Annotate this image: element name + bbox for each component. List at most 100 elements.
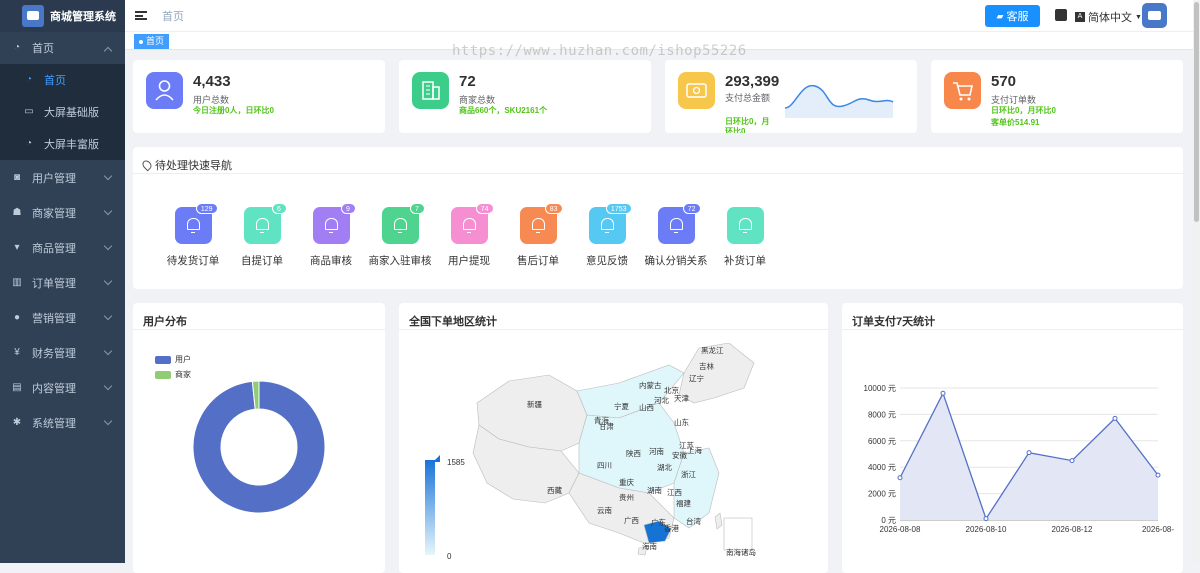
scale-handle-top-icon[interactable] — [433, 455, 440, 462]
quick-nav-item[interactable]: 74 用户提现 — [429, 203, 509, 268]
province-label: 浙江 — [681, 469, 696, 479]
y-tick-label: 0 元 — [881, 516, 896, 525]
province-label: 河南 — [649, 446, 664, 456]
menu-toggle-icon[interactable] — [135, 11, 147, 20]
stat-card-users[interactable]: 4,433 用户总数 今日注册0人，日环比0 — [133, 60, 385, 133]
orders-line-chart: 0 元 2000 元 4000 元 6000 元 8000 元 10000 元 2026-0… — [864, 384, 1175, 534]
chevron-down-icon — [103, 276, 113, 286]
breadcrumb[interactable]: 首页 — [162, 8, 184, 24]
data-point[interactable] — [1155, 472, 1161, 478]
top-navbar: 首页 ▰ 客服 A 简体中文 ▼ — [125, 0, 1200, 32]
home-submenu: ◔ 首页 ▭ 大屏基础版 ◔ 大屏丰富版 — [0, 64, 125, 160]
province-label: 黑龙江 — [701, 345, 724, 355]
bell-icon — [393, 218, 407, 233]
bell-icon-box: 72 — [657, 203, 701, 244]
sidebar-item-label: 首页 — [32, 43, 54, 55]
sidebar-item-content[interactable]: ▤ 内容管理 — [0, 370, 125, 405]
money-icon — [678, 72, 715, 109]
sidebar-item-finance[interactable]: ¥ 财务管理 — [0, 335, 125, 370]
sidebar-subitem-home[interactable]: ◔ 首页 — [0, 64, 125, 96]
avatar[interactable] — [1142, 3, 1167, 28]
data-point[interactable] — [897, 475, 903, 481]
province-label: 重庆 — [619, 477, 634, 487]
data-point[interactable] — [1069, 458, 1075, 464]
stat-value: 4,433 — [193, 73, 231, 90]
legend-label: 用户 — [175, 355, 191, 364]
bell-icon-box: 129 — [174, 203, 218, 244]
stat-card-orders[interactable]: 570 支付订单数 日环比0，月环比0 客单价514.91 — [931, 60, 1183, 133]
quick-nav-item[interactable]: 7 商家入驻审核 — [360, 203, 440, 268]
sidebar-item-marketing[interactable]: ● 营销管理 — [0, 300, 125, 335]
user-distribution-panel: 用户分布 用户 商家 — [133, 303, 385, 573]
app-logo[interactable]: 商城管理系统 — [0, 0, 125, 32]
legend-swatch — [155, 370, 171, 379]
chevron-down-icon — [103, 241, 113, 251]
region-map-panel: 全国下单地区统计 1585 0 黑龙江 吉林 辽宁 内蒙古 北京 天津 河北 山西 宁夏 青海 甘肃… — [399, 303, 828, 573]
customer-service-button[interactable]: ▰ 客服 — [985, 5, 1040, 27]
bell-icon-box: 7 — [381, 203, 425, 244]
bell-icon — [669, 218, 683, 233]
sidebar-subitem-screen-basic[interactable]: ▭ 大屏基础版 — [0, 96, 125, 128]
cart-icon: ▾ — [14, 241, 20, 253]
province-label: 陕西 — [626, 448, 641, 458]
bell-icon-box: 74 — [450, 203, 494, 244]
quick-nav-label: 意见反馈 — [586, 255, 628, 267]
quick-nav-item[interactable]: 补货订单 — [705, 207, 785, 268]
quick-nav-title-text: 待处理快速导航 — [155, 160, 232, 172]
page-scrollbar[interactable] — [1193, 0, 1200, 563]
data-point[interactable] — [940, 390, 946, 396]
series-area — [900, 393, 1158, 520]
stat-subtext: 今日注册0人，日环比0 — [193, 106, 274, 115]
language-select[interactable]: A 简体中文 ▼ — [1075, 9, 1142, 25]
data-point[interactable] — [983, 516, 989, 522]
sidebar-item-users[interactable]: ◙ 用户管理 — [0, 160, 125, 195]
stat-subtext: 商品660个，SKU2161个 — [459, 106, 548, 115]
chevron-down-icon — [103, 346, 113, 356]
bell-icon — [186, 218, 200, 233]
quick-nav-item[interactable]: 72 确认分销关系 — [636, 203, 716, 268]
quick-nav-label: 售后订单 — [517, 255, 559, 267]
legend-swatch — [155, 355, 171, 364]
data-point[interactable] — [1026, 450, 1032, 456]
language-label: 简体中文 — [1088, 12, 1132, 24]
caret-down-icon: ▼ — [1135, 13, 1142, 21]
sidebar-item-merchants[interactable]: ☗ 商家管理 — [0, 195, 125, 230]
bell-icon — [738, 218, 752, 233]
province-label: 湖北 — [657, 463, 672, 472]
theme-skin-icon[interactable] — [1055, 9, 1067, 21]
sidebar-item-label: 大屏基础版 — [44, 107, 99, 119]
quick-nav-item[interactable]: 1753 意见反馈 — [567, 203, 647, 268]
sidebar-subitem-screen-rich[interactable]: ◔ 大屏丰富版 — [0, 128, 125, 160]
province-label: 河北 — [654, 396, 669, 405]
data-point[interactable] — [1112, 415, 1118, 421]
province-label: 上海 — [687, 445, 702, 455]
sidebar-item-label: 订单管理 — [32, 277, 76, 290]
quick-nav-item[interactable]: 9 商品审核 — [291, 203, 371, 268]
panel-title: 用户分布 — [143, 316, 187, 328]
quick-nav-item[interactable]: 129 待发货订单 — [153, 203, 233, 268]
stat-card-payment[interactable]: 293,399 支付总金额 日环比0，月环比0 — [665, 60, 917, 133]
legend-item-users[interactable]: 用户 — [155, 354, 191, 365]
sidebar-item-orders[interactable]: ▥ 订单管理 — [0, 265, 125, 300]
divider — [133, 329, 385, 330]
quick-nav-item[interactable]: 83 售后订单 — [498, 203, 578, 268]
scale-min-label: 0 — [447, 552, 452, 561]
tag-home[interactable]: 首页 — [134, 34, 170, 49]
china-map[interactable]: 黑龙江吉林辽宁内蒙古北京天津河北山西宁夏青海甘肃新疆西藏四川重庆陕西 河南山东江苏… — [469, 343, 764, 568]
province-label: 贵州 — [619, 492, 634, 502]
sidebar-item-system[interactable]: ✱ 系统管理 — [0, 405, 125, 440]
sidebar-item-home[interactable]: ◔ 首页 — [0, 32, 125, 64]
stat-label: 支付订单数 — [991, 95, 1037, 105]
sidebar-item-products[interactable]: ▾ 商品管理 — [0, 230, 125, 265]
province-label: 甘肃 — [599, 421, 614, 431]
province-label: 广西 — [624, 515, 639, 525]
shop-icon: ☗ — [12, 206, 22, 218]
province-label: 吉林 — [699, 361, 714, 371]
quick-nav-title: 待处理快速导航 — [140, 157, 232, 173]
quick-nav-item[interactable]: 6 自提订单 — [222, 203, 302, 268]
stat-card-merchants[interactable]: 72 商家总数 商品660个，SKU2161个 — [399, 60, 651, 133]
visual-map-scale[interactable] — [425, 460, 435, 555]
bell-icon — [462, 218, 476, 233]
scrollbar-thumb[interactable] — [1194, 2, 1199, 222]
province-label: 台湾 — [686, 516, 701, 526]
